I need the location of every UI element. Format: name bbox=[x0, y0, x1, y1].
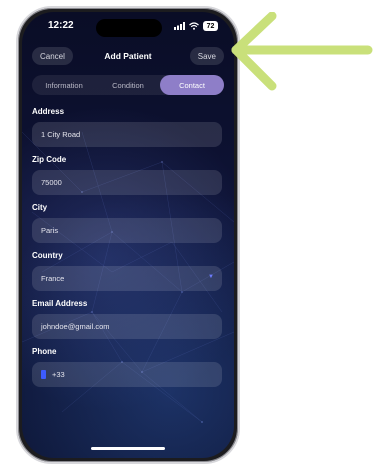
home-indicator bbox=[91, 447, 165, 450]
navigation-bar: Cancel Add Patient Save bbox=[32, 47, 224, 65]
battery-icon: 72 bbox=[203, 21, 218, 31]
address-field[interactable]: 1 City Road bbox=[32, 122, 222, 147]
arrow-left-icon bbox=[231, 12, 373, 91]
country-value: France bbox=[41, 274, 65, 283]
signal-icon bbox=[174, 22, 185, 30]
email-field[interactable]: johndoe@gmail.com bbox=[32, 314, 222, 339]
email-label: Email Address bbox=[32, 299, 88, 308]
country-select[interactable]: France ▼ bbox=[32, 266, 222, 291]
app-screen: 12:22 72 Cancel Add Patient Save Informa… bbox=[22, 12, 234, 458]
zip-code-field[interactable]: 75000 bbox=[32, 170, 222, 195]
tab-contact[interactable]: Contact bbox=[160, 75, 224, 95]
flag-icon bbox=[41, 370, 46, 379]
contact-form: Address 1 City Road Zip Code 75000 City … bbox=[32, 107, 222, 395]
status-time: 12:22 bbox=[48, 20, 74, 31]
segmented-tabs: Information Condition Contact bbox=[32, 75, 224, 95]
chevron-down-icon: ▼ bbox=[208, 274, 214, 280]
wifi-icon bbox=[189, 22, 199, 30]
zip-code-label: Zip Code bbox=[32, 155, 67, 164]
tab-information[interactable]: Information bbox=[32, 75, 96, 95]
dynamic-island bbox=[96, 19, 162, 37]
tab-condition[interactable]: Condition bbox=[96, 75, 160, 95]
country-label: Country bbox=[32, 251, 63, 260]
status-icons: 72 bbox=[174, 21, 218, 31]
phone-frame: 12:22 72 Cancel Add Patient Save Informa… bbox=[16, 6, 240, 464]
city-field[interactable]: Paris bbox=[32, 218, 222, 243]
phone-label: Phone bbox=[32, 347, 57, 356]
status-bar: 12:22 72 bbox=[22, 19, 234, 37]
save-button[interactable]: Save bbox=[189, 47, 224, 65]
phone-value: +33 bbox=[52, 370, 65, 379]
phone-field[interactable]: +33 bbox=[32, 362, 222, 387]
city-label: City bbox=[32, 203, 48, 212]
address-label: Address bbox=[32, 107, 65, 116]
